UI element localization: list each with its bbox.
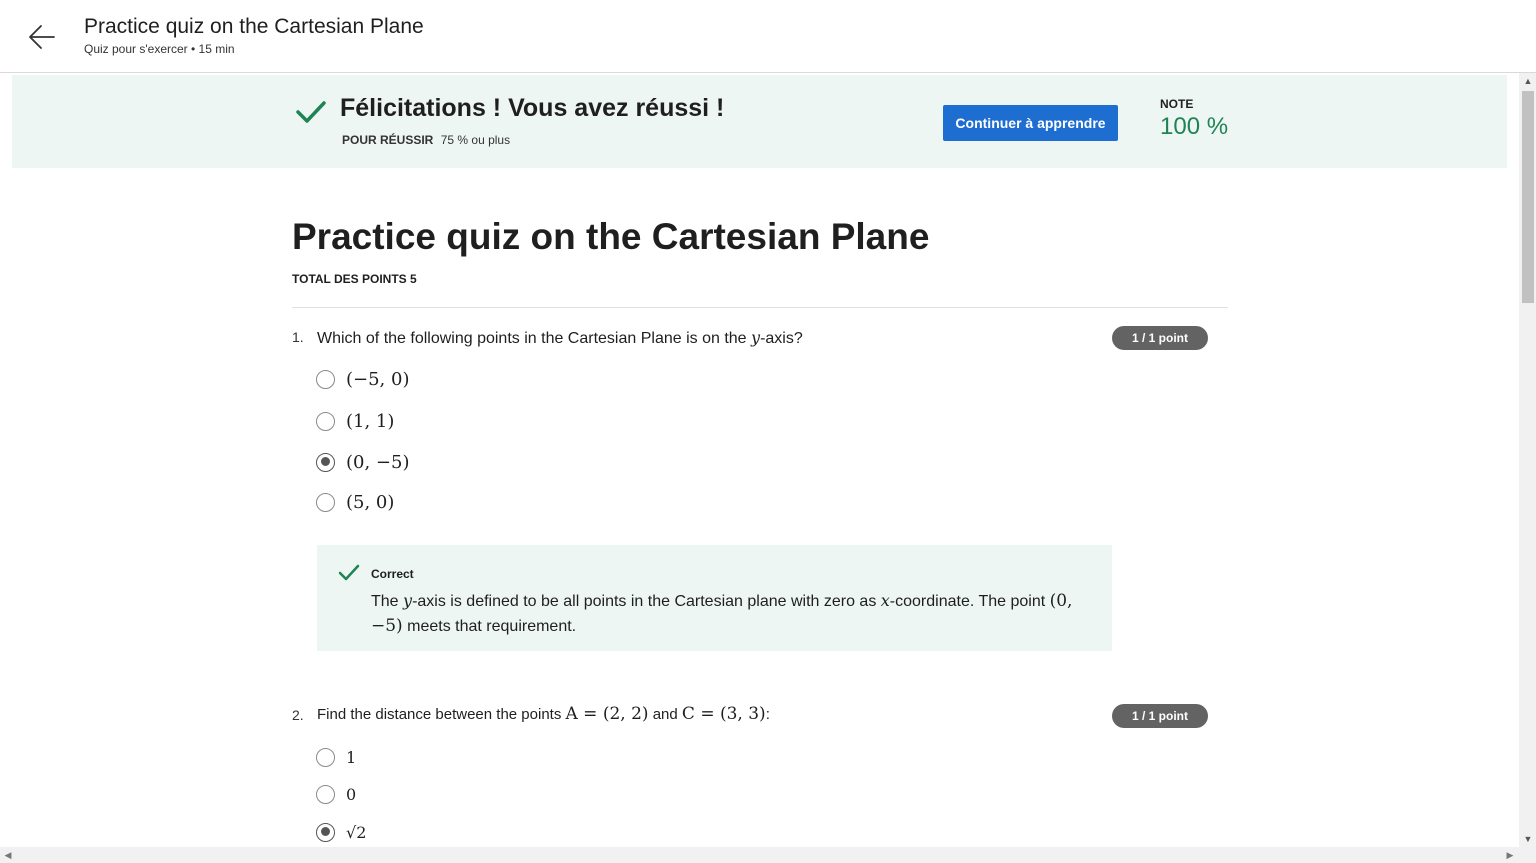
page-header-title: Practice quiz on the Cartesian Plane: [84, 15, 424, 38]
grade-value: 100 %: [1160, 113, 1229, 140]
option-label: (0, −5): [346, 451, 410, 473]
option-label: (−5, 0): [346, 368, 410, 390]
feedback-box: Correct The y-axis is defined to be all …: [317, 545, 1112, 651]
divider: [292, 307, 1228, 308]
back-arrow-icon[interactable]: [26, 22, 56, 52]
question-text: Which of the following points in the Car…: [317, 328, 803, 347]
radio-button[interactable]: [316, 784, 335, 804]
pass-value: 75 % ou plus: [440, 133, 511, 147]
scroll-up-icon[interactable]: ▲: [1522, 75, 1534, 87]
scroll-down-icon[interactable]: ▼: [1522, 833, 1534, 845]
option-label: (5, 0): [346, 491, 395, 513]
pass-label: POUR RÉUSSIR: [342, 133, 434, 147]
question-number: 1.: [292, 329, 304, 345]
answer-option[interactable]: (−5, 0): [316, 367, 409, 391]
answer-option[interactable]: (5, 0): [316, 490, 394, 514]
continue-learning-button[interactable]: Continuer à apprendre: [943, 105, 1118, 141]
success-title: Félicitations ! Vous avez réussi !: [340, 94, 725, 122]
radio-button-selected[interactable]: [316, 452, 335, 472]
scrollbar-thumb[interactable]: [1522, 91, 1534, 303]
answer-option[interactable]: (1, 1): [316, 409, 394, 433]
option-label: (1, 1): [346, 410, 395, 432]
check-icon: [296, 99, 326, 125]
scroll-right-icon[interactable]: ▶: [1504, 849, 1516, 861]
question-text: Find the distance between the points A =…: [317, 704, 770, 724]
top-bar: Practice quiz on the Cartesian Plane Qui…: [0, 0, 1536, 73]
option-label: √2: [346, 822, 367, 842]
answer-option[interactable]: 1: [316, 745, 356, 769]
check-icon: [338, 564, 360, 582]
page-header-subtitle: Quiz pour s'exercer • 15 min: [84, 42, 235, 56]
pass-requirement: POUR RÉUSSIR 75 % ou plus: [342, 133, 510, 147]
success-banner: Félicitations ! Vous avez réussi ! POUR …: [12, 75, 1507, 168]
question-number: 2.: [292, 707, 304, 723]
scroll-left-icon[interactable]: ◀: [2, 849, 14, 861]
option-label: 0: [346, 784, 357, 804]
total-points: TOTAL DES POINTS 5: [292, 272, 417, 286]
horizontal-scrollbar[interactable]: ◀ ▶: [0, 847, 1536, 863]
grade-label: NOTE: [1160, 97, 1194, 111]
radio-button[interactable]: [316, 492, 335, 512]
vertical-scrollbar[interactable]: ▲ ▼: [1519, 73, 1536, 847]
option-label: 1: [346, 747, 357, 767]
radio-button[interactable]: [316, 369, 335, 389]
radio-button[interactable]: [316, 411, 335, 431]
points-badge: 1 / 1 point: [1112, 326, 1208, 350]
quiz-title: Practice quiz on the Cartesian Plane: [292, 216, 930, 257]
radio-button[interactable]: [316, 747, 335, 767]
points-badge: 1 / 1 point: [1112, 704, 1208, 728]
feedback-text: The y-axis is defined to be all points i…: [371, 591, 1073, 636]
radio-button-selected[interactable]: [316, 822, 335, 842]
answer-option[interactable]: (0, −5): [316, 450, 409, 474]
answer-option[interactable]: √2: [316, 820, 366, 844]
answer-option[interactable]: 0: [316, 782, 356, 806]
feedback-label: Correct: [371, 567, 414, 581]
